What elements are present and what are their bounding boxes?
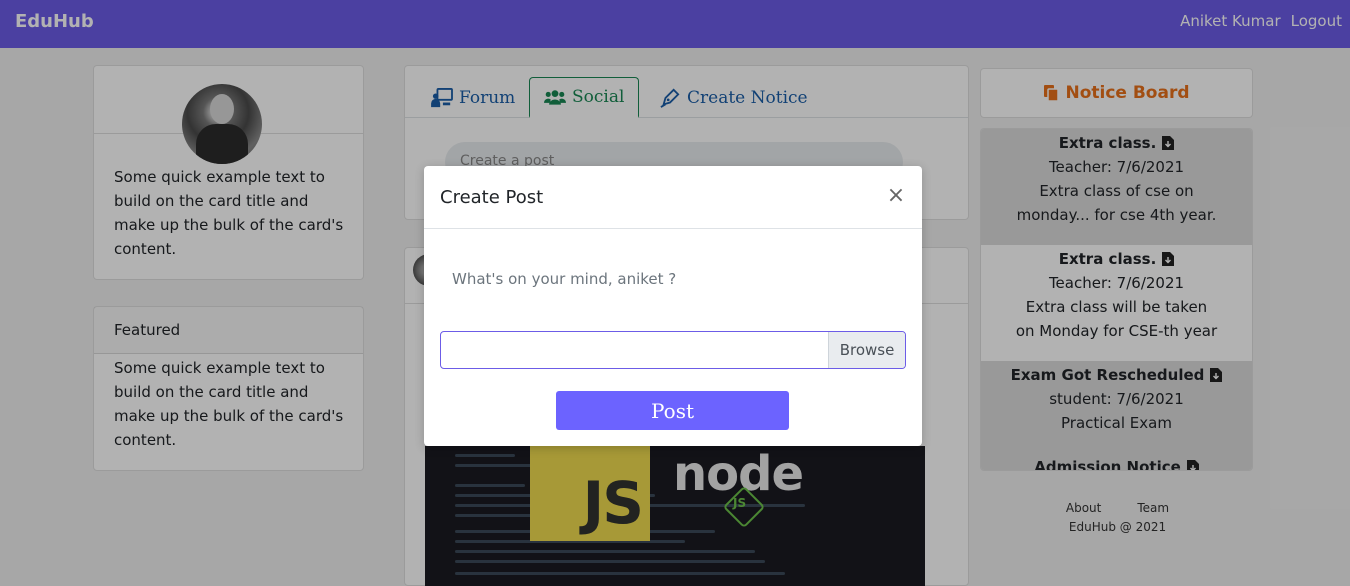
post-button[interactable]: Post [556,391,789,430]
close-button[interactable]: × [886,184,906,208]
modal-title: Create Post [440,187,544,208]
file-upload-input[interactable]: Browse [440,331,906,369]
create-post-modal: Create Post × What's on your mind, anike… [424,166,922,446]
browse-button[interactable]: Browse [828,332,905,368]
post-text-input[interactable]: What's on your mind, aniket ? [452,270,676,288]
modal-header: Create Post × [424,166,922,229]
